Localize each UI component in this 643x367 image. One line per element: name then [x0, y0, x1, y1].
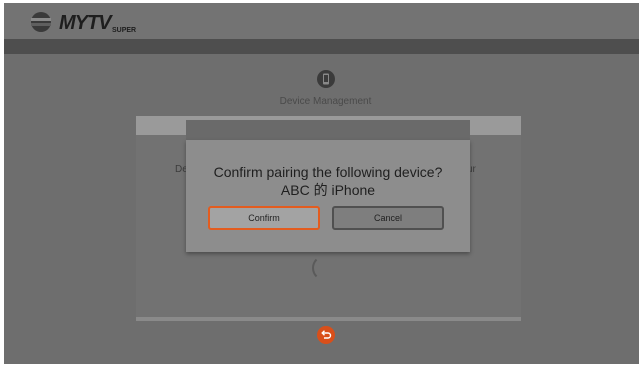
device-management-title: Device Management — [279, 96, 372, 107]
cancel-button[interactable]: Cancel — [332, 206, 444, 230]
background-panel-footer — [136, 317, 521, 321]
back-button[interactable] — [317, 326, 335, 344]
svg-text:SUPER: SUPER — [112, 27, 136, 34]
mytv-super-logo: MYTV SUPER — [28, 9, 148, 35]
device-name: ABC 的 iPhone — [280, 182, 376, 198]
tvb-logo-icon — [31, 12, 51, 32]
loading-spinner — [312, 255, 338, 281]
top-bar: MYTV SUPER — [4, 3, 639, 39]
dialog-message: Confirm pairing the following device? — [213, 164, 443, 180]
pairing-dialog: Confirm pairing the following device? AB… — [186, 140, 470, 252]
confirm-button[interactable]: Confirm — [208, 206, 320, 230]
svg-text:MYTV: MYTV — [59, 12, 113, 34]
dialog-header-strip — [186, 120, 470, 140]
device-icon — [317, 70, 335, 88]
tv-frame: MYTV SUPER De ur Device Management Confi… — [4, 3, 639, 364]
nav-bar — [4, 39, 639, 54]
back-icon — [321, 330, 332, 339]
screen: MYTV SUPER De ur Device Management Confi… — [0, 0, 643, 367]
